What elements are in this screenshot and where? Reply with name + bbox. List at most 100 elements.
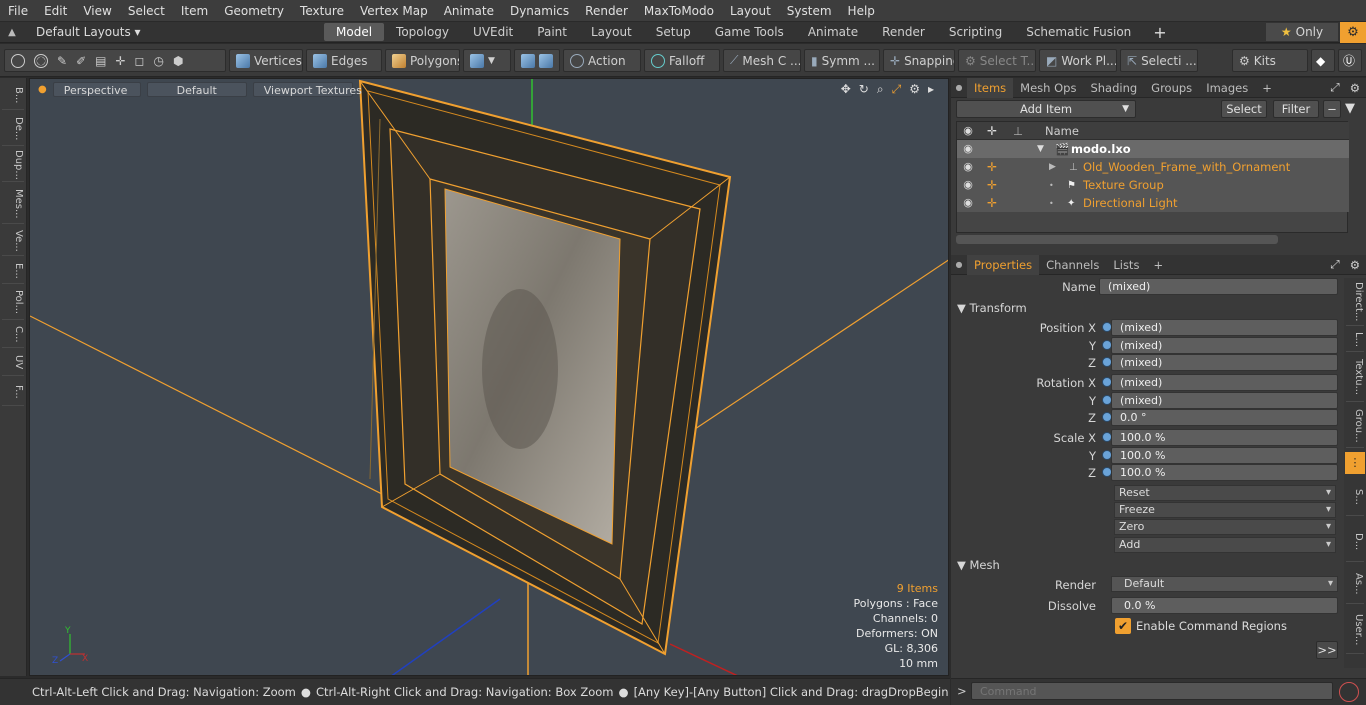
only-toggle[interactable]: ★ Only xyxy=(1266,23,1338,41)
right-tab-directional[interactable]: Direct... xyxy=(1346,278,1364,326)
tab-channels[interactable]: Channels xyxy=(1039,255,1106,275)
menu-animate[interactable]: Animate xyxy=(436,4,502,18)
unreal-button[interactable]: Ⓤ xyxy=(1338,49,1362,72)
view-perspective-button[interactable]: Perspective xyxy=(52,81,141,97)
filter-funnel-icon[interactable]: ▼ xyxy=(1345,101,1355,116)
scale-x-field[interactable]: 100.0 % xyxy=(1111,429,1338,446)
menu-item[interactable]: Item xyxy=(173,4,216,18)
tab-layout[interactable]: Layout xyxy=(579,23,644,41)
viewport-scene[interactable]: Y X Z xyxy=(30,79,949,676)
zero-dropdown[interactable]: Zero xyxy=(1114,519,1336,535)
expand-arrow-icon[interactable]: ▶ xyxy=(1049,162,1056,172)
scale-y-field[interactable]: 100.0 % xyxy=(1111,447,1338,464)
left-tab-vertex[interactable]: Ve... xyxy=(2,226,24,256)
add-item-button[interactable]: Add Item ▼ xyxy=(956,100,1136,118)
viewport-play-icon[interactable]: ▸ xyxy=(928,82,934,97)
position-x-field[interactable]: (mixed) xyxy=(1111,319,1338,336)
globe-icon[interactable] xyxy=(34,53,48,68)
add-items-tab-button[interactable]: + xyxy=(1255,78,1279,98)
visibility-eye-icon[interactable]: ◉ xyxy=(961,178,975,192)
right-tab-d[interactable]: D... xyxy=(1346,522,1364,562)
right-tab-user[interactable]: User... xyxy=(1346,606,1364,654)
viewport-textures-button[interactable]: Viewport Textures xyxy=(252,81,362,97)
item-mode-button[interactable]: ▼ xyxy=(463,49,511,72)
scale-z-field[interactable]: 100.0 % xyxy=(1111,464,1338,481)
position-y-field[interactable]: (mixed) xyxy=(1111,337,1338,354)
tree-row-directional-light[interactable]: ◉ ✛ • ✦ Directional Light xyxy=(957,194,1349,212)
mesh-constraint-button[interactable]: ⟋ Mesh C ... xyxy=(723,49,801,72)
rotation-y-field[interactable]: (mixed) xyxy=(1111,392,1338,409)
command-history-icon[interactable] xyxy=(1339,682,1359,702)
tab-images[interactable]: Images xyxy=(1199,78,1255,98)
items-scrollbar[interactable] xyxy=(956,235,1278,244)
add-props-tab-button[interactable]: + xyxy=(1146,255,1170,275)
symmetry-button[interactable]: ▮ Symm ... xyxy=(804,49,880,72)
fit-view-icon[interactable]: ⤢ xyxy=(892,82,902,97)
menu-help[interactable]: Help xyxy=(840,4,883,18)
menu-select[interactable]: Select xyxy=(120,4,173,18)
menu-layout[interactable]: Layout xyxy=(722,4,779,18)
tab-model[interactable]: Model xyxy=(324,23,385,41)
menu-dynamics[interactable]: Dynamics xyxy=(502,4,577,18)
rotate-view-icon[interactable]: ↻ xyxy=(859,82,869,97)
right-tab-s[interactable]: S... xyxy=(1346,478,1364,516)
settings-gear-icon[interactable]: ⚙ xyxy=(1340,21,1366,43)
enable-command-regions-checkbox[interactable]: ✔ xyxy=(1115,618,1131,634)
right-tab-group[interactable]: Grou... xyxy=(1346,404,1364,448)
zoom-view-icon[interactable]: ⌕ xyxy=(877,82,884,97)
3d-viewport[interactable]: Y X Z ● Perspective Default Viewport Tex… xyxy=(29,78,949,676)
tab-lists[interactable]: Lists xyxy=(1106,255,1146,275)
right-tab-texture[interactable]: Textu... xyxy=(1346,354,1364,402)
menu-system[interactable]: System xyxy=(779,4,840,18)
tab-game-tools[interactable]: Game Tools xyxy=(703,23,796,41)
expand-props-icon[interactable]: ⤢ xyxy=(1326,257,1343,272)
link-icon[interactable]: ✛ xyxy=(985,178,999,192)
position-z-field[interactable]: (mixed) xyxy=(1111,354,1338,371)
left-tab-edge[interactable]: E... xyxy=(2,258,24,284)
rotation-x-field[interactable]: (mixed) xyxy=(1111,374,1338,391)
tab-shading[interactable]: Shading xyxy=(1083,78,1144,98)
tree-row-frame-mesh[interactable]: ◉ ✛ ▶ ⊥ Old_Wooden_Frame_with_Ornament xyxy=(957,158,1349,176)
crosshair-icon[interactable]: ✛ xyxy=(115,54,125,68)
vertices-button[interactable]: Vertices xyxy=(229,49,303,72)
left-tab-polygon[interactable]: Pol... xyxy=(2,286,24,320)
brush-icon[interactable]: ✐ xyxy=(76,54,86,68)
layout-arrow-icon[interactable]: ▲ xyxy=(0,27,24,38)
link-icon[interactable]: ✛ xyxy=(985,196,999,210)
square-icon[interactable]: ◻ xyxy=(135,54,145,68)
left-tab-fusion[interactable]: F... xyxy=(2,378,24,406)
rotation-z-field[interactable]: 0.0 ° xyxy=(1111,409,1338,426)
dissolve-field[interactable]: 0.0 % xyxy=(1111,597,1338,614)
name-field[interactable]: (mixed) xyxy=(1099,278,1338,295)
menu-render[interactable]: Render xyxy=(577,4,636,18)
edges-button[interactable]: Edges xyxy=(306,49,382,72)
menu-view[interactable]: View xyxy=(75,4,119,18)
command-input[interactable] xyxy=(971,682,1333,700)
tab-animate[interactable]: Animate xyxy=(796,23,870,41)
left-tab-uv[interactable]: UV xyxy=(2,350,24,376)
visibility-eye-icon[interactable]: ◉ xyxy=(961,142,975,156)
right-tab-assembly[interactable]: As... xyxy=(1346,564,1364,604)
element-mode-group[interactable] xyxy=(514,49,560,72)
work-plane-button[interactable]: ◩ Work Pl... xyxy=(1039,49,1117,72)
left-tab-mesh-edit[interactable]: Mes... xyxy=(2,184,24,224)
tab-uvedit[interactable]: UVEdit xyxy=(461,23,525,41)
polygons-button[interactable]: Polygons xyxy=(385,49,460,72)
move-view-icon[interactable]: ✥ xyxy=(841,82,851,97)
right-strip-active-icon[interactable]: ⋮ xyxy=(1345,452,1365,474)
tab-properties[interactable]: Properties xyxy=(967,254,1040,275)
select-button[interactable]: Select xyxy=(1221,100,1267,118)
tab-setup[interactable]: Setup xyxy=(644,23,703,41)
left-tab-deform[interactable]: De... xyxy=(2,112,24,146)
panel-gear-icon[interactable]: ⚙ xyxy=(1344,81,1366,95)
add-dropdown[interactable]: Add xyxy=(1114,537,1336,553)
menu-texture[interactable]: Texture xyxy=(292,4,352,18)
tab-mesh-ops[interactable]: Mesh Ops xyxy=(1013,78,1083,98)
expand-arrow-icon[interactable]: ▼ xyxy=(1037,144,1044,154)
more-button[interactable]: >> xyxy=(1316,641,1338,659)
falloff-button[interactable]: Falloff xyxy=(644,49,720,72)
menu-geometry[interactable]: Geometry xyxy=(216,4,292,18)
layout-preset-dropdown[interactable]: Default Layouts ▾ xyxy=(24,25,324,39)
filter-button[interactable]: Filter xyxy=(1273,100,1319,118)
pen-icon[interactable]: ✎ xyxy=(57,54,67,68)
